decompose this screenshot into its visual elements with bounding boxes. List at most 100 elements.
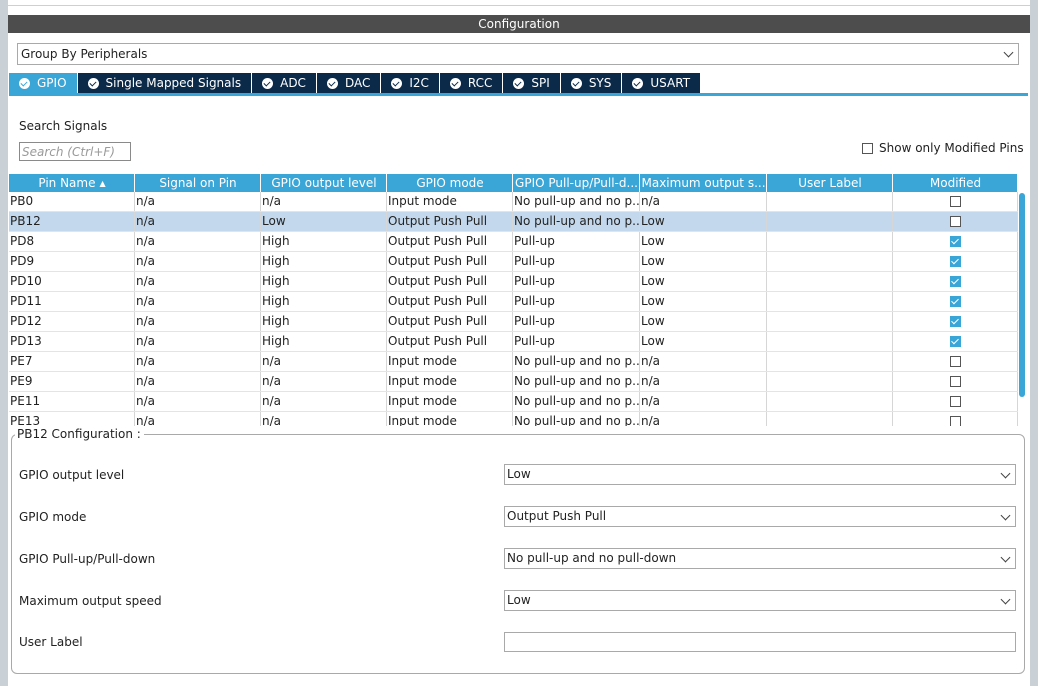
- column-header[interactable]: Maximum output s...: [640, 174, 767, 192]
- table-cell: Output Push Pull: [387, 232, 513, 251]
- table-row[interactable]: PE9 n/a n/a Input mode No pull-up and no p..…: [9, 372, 1018, 392]
- gpio-mode-select[interactable]: Output Push Pull: [504, 506, 1016, 527]
- speed-select[interactable]: Low: [504, 590, 1016, 611]
- modified-cell: [893, 232, 1018, 251]
- output-level-select[interactable]: Low: [504, 464, 1016, 485]
- tab-single-mapped-signals[interactable]: Single Mapped Signals: [77, 73, 252, 93]
- table-cell: Low: [640, 312, 767, 331]
- tab-dac[interactable]: DAC: [316, 73, 381, 93]
- table-cell: n/a: [640, 392, 767, 411]
- table-cell: High: [261, 232, 387, 251]
- sort-ascending-icon: ▲: [99, 179, 106, 188]
- peripheral-tabs: GPIO Single Mapped Signals ADC DAC I2C RCC SPI…: [9, 73, 701, 93]
- table-row[interactable]: PB12 n/a Low Output Push Pull No pull-up and…: [9, 212, 1018, 232]
- speed-value: Low: [507, 593, 531, 607]
- chevron-down-icon: [1003, 47, 1014, 58]
- check-circle-icon: [262, 77, 274, 89]
- modified-checkbox[interactable]: [950, 256, 961, 267]
- column-header[interactable]: GPIO output level: [261, 174, 387, 192]
- table-row[interactable]: PD10 n/a High Output Push Pull Pull-up Low: [9, 272, 1018, 292]
- tab-i2c[interactable]: I2C: [381, 73, 439, 93]
- table-row[interactable]: PD13 n/a High Output Push Pull Pull-up Low: [9, 332, 1018, 352]
- group-by-dropdown[interactable]: Group By Peripherals: [17, 43, 1019, 65]
- chevron-down-icon: [1000, 510, 1011, 521]
- table-cell: Input mode: [387, 372, 513, 391]
- modified-checkbox[interactable]: [950, 196, 961, 207]
- table-cell: High: [261, 312, 387, 331]
- table-cell: [767, 292, 893, 311]
- table-cell: Low: [640, 332, 767, 351]
- modified-checkbox[interactable]: [950, 316, 961, 327]
- tab-gpio[interactable]: GPIO: [9, 73, 77, 93]
- table-cell: PB12: [9, 212, 135, 231]
- modified-checkbox[interactable]: [950, 396, 961, 407]
- column-header-label: Signal on Pin: [159, 176, 237, 190]
- tab-sys[interactable]: SYS: [560, 73, 622, 93]
- show-modified-toggle[interactable]: Show only Modified Pins: [862, 141, 1024, 155]
- modified-checkbox[interactable]: [950, 336, 961, 347]
- table-cell: Pull-up: [513, 312, 640, 331]
- user-label-input[interactable]: [504, 632, 1016, 652]
- column-header[interactable]: GPIO Pull-up/Pull-d...: [513, 174, 640, 192]
- table-cell: [767, 272, 893, 291]
- tab-rcc[interactable]: RCC: [439, 73, 503, 93]
- table-cell: No pull-up and no p...: [513, 212, 640, 231]
- tab-label: Single Mapped Signals: [105, 76, 242, 90]
- modified-checkbox[interactable]: [950, 236, 961, 247]
- show-modified-checkbox[interactable]: [862, 142, 873, 154]
- modified-checkbox[interactable]: [950, 376, 961, 387]
- table-row[interactable]: PD12 n/a High Output Push Pull Pull-up Low: [9, 312, 1018, 332]
- table-cell: n/a: [640, 352, 767, 371]
- table-cell: Output Push Pull: [387, 292, 513, 311]
- column-header[interactable]: Modified: [893, 174, 1018, 192]
- table-row[interactable]: PE7 n/a n/a Input mode No pull-up and no p..…: [9, 352, 1018, 372]
- table-row[interactable]: PE13 n/a n/a Input mode No pull-up and no p.…: [9, 412, 1018, 426]
- modified-checkbox[interactable]: [950, 296, 961, 307]
- table-cell: [767, 212, 893, 231]
- table-cell: No pull-up and no p...: [513, 392, 640, 411]
- modified-checkbox[interactable]: [950, 276, 961, 287]
- table-cell: No pull-up and no p...: [513, 192, 640, 211]
- table-cell: n/a: [135, 292, 261, 311]
- column-header[interactable]: Signal on Pin: [135, 174, 261, 192]
- modified-cell: [893, 212, 1018, 231]
- table-cell: PE7: [9, 352, 135, 371]
- check-circle-icon: [326, 77, 338, 89]
- table-row[interactable]: PE11 n/a n/a Input mode No pull-up and no p.…: [9, 392, 1018, 412]
- modified-checkbox[interactable]: [950, 416, 961, 426]
- table-cell: Pull-up: [513, 232, 640, 251]
- table-row[interactable]: PB0 n/a n/a Input mode No pull-up and no p..…: [9, 192, 1018, 212]
- column-header[interactable]: GPIO mode: [387, 174, 513, 192]
- tab-adc[interactable]: ADC: [252, 73, 316, 93]
- modified-cell: [893, 312, 1018, 331]
- table-cell: [767, 192, 893, 211]
- table-cell: n/a: [135, 272, 261, 291]
- check-circle-icon: [391, 77, 403, 89]
- column-header[interactable]: Pin Name ▲: [9, 174, 135, 192]
- tab-spi[interactable]: SPI: [503, 73, 560, 93]
- table-cell: [767, 252, 893, 271]
- column-header-label: GPIO mode: [416, 176, 484, 190]
- pull-select[interactable]: No pull-up and no pull-down: [504, 548, 1016, 569]
- table-cell: PD8: [9, 232, 135, 251]
- table-cell: Pull-up: [513, 332, 640, 351]
- cfg-label-gpio-mode: GPIO mode: [19, 510, 87, 524]
- table-cell: Input mode: [387, 412, 513, 426]
- table-cell: PB0: [9, 192, 135, 211]
- table-cell: High: [261, 292, 387, 311]
- top-strip: [8, 0, 1030, 6]
- table-row[interactable]: PD11 n/a High Output Push Pull Pull-up Low: [9, 292, 1018, 312]
- modified-checkbox[interactable]: [950, 356, 961, 367]
- modified-cell: [893, 332, 1018, 351]
- table-cell: [767, 392, 893, 411]
- table-row[interactable]: PD8 n/a High Output Push Pull Pull-up Low: [9, 232, 1018, 252]
- table-scrollbar[interactable]: [1019, 193, 1025, 397]
- table-row[interactable]: PD9 n/a High Output Push Pull Pull-up Low: [9, 252, 1018, 272]
- modified-checkbox[interactable]: [950, 216, 961, 227]
- column-header[interactable]: User Label: [767, 174, 893, 192]
- table-cell: n/a: [261, 392, 387, 411]
- check-circle-icon: [570, 77, 582, 89]
- search-input[interactable]: [19, 142, 131, 161]
- tab-label: USART: [650, 76, 691, 90]
- tab-usart[interactable]: USART: [622, 73, 701, 93]
